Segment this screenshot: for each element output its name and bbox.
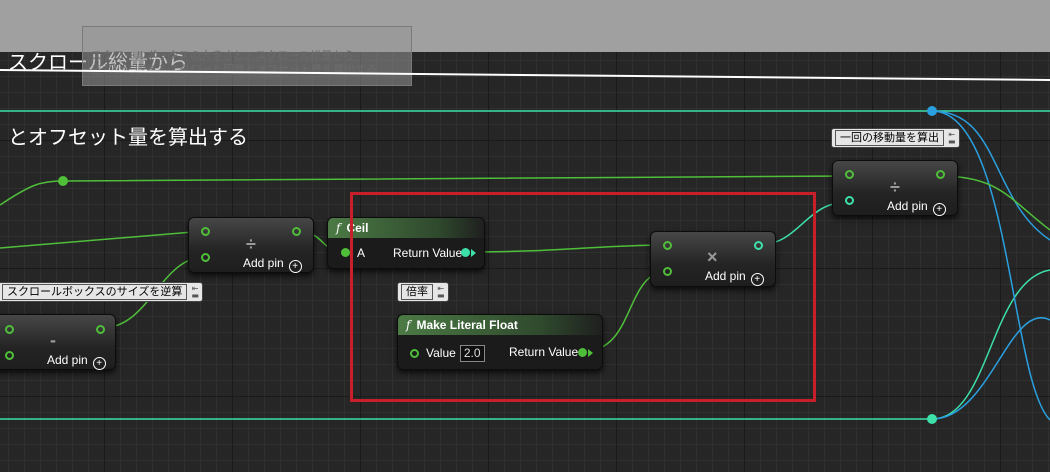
plus-circle-icon: + bbox=[932, 203, 946, 216]
output-pin[interactable] bbox=[936, 170, 945, 179]
plus-circle-icon: + bbox=[92, 357, 106, 370]
divide-node[interactable]: ÷ Add pin + bbox=[188, 217, 314, 273]
divide-operator: ÷ bbox=[246, 234, 256, 254]
input-pin[interactable] bbox=[845, 170, 854, 179]
add-pin-label: Add pin bbox=[887, 199, 928, 213]
pin-bubble-icon[interactable]: ⇤ ▬ bbox=[191, 285, 199, 300]
output-pin[interactable] bbox=[96, 325, 105, 334]
divide-operator: ÷ bbox=[890, 177, 900, 197]
pin-bubble-icon[interactable]: ⇤ ▬ bbox=[948, 131, 956, 146]
input-pin[interactable] bbox=[5, 325, 14, 334]
output-pin[interactable] bbox=[292, 227, 301, 236]
add-pin-button[interactable]: Add pin + bbox=[47, 353, 106, 370]
struct-wire bbox=[931, 317, 1050, 420]
float-wire bbox=[0, 230, 206, 249]
reroute-knot[interactable] bbox=[927, 414, 937, 424]
comment-bubble[interactable]: スクロールボックスのサイズを逆算 ⇤ ▬ bbox=[0, 282, 203, 302]
reroute-knot[interactable] bbox=[927, 106, 937, 116]
add-pin-label: Add pin bbox=[243, 256, 284, 270]
add-pin-button[interactable]: Add pin + bbox=[243, 256, 302, 273]
subtract-operator: - bbox=[50, 330, 56, 350]
reroute-knot[interactable] bbox=[58, 176, 68, 186]
input-pin-a[interactable] bbox=[341, 248, 350, 257]
bubble-text: スクロールボックスのサイズを逆算 bbox=[2, 284, 188, 300]
divide-node[interactable]: ÷ Add pin + bbox=[832, 160, 958, 216]
add-pin-button[interactable]: Add pin + bbox=[887, 199, 946, 216]
input-pin[interactable] bbox=[5, 351, 14, 360]
comment-border-line bbox=[0, 69, 1050, 81]
plus-circle-icon: + bbox=[288, 260, 302, 273]
input-pin[interactable] bbox=[845, 196, 854, 205]
add-pin-label: Add pin bbox=[47, 353, 88, 367]
comment-bubble[interactable]: 一回の移動量を算出 ⇤ ▬ bbox=[831, 128, 960, 148]
bubble-text: 一回の移動量を算出 bbox=[835, 130, 944, 146]
int-wire bbox=[931, 269, 1050, 420]
subtract-node[interactable]: - Add pin + bbox=[0, 314, 116, 370]
input-pin[interactable] bbox=[201, 253, 210, 262]
highlight-rectangle bbox=[350, 192, 816, 402]
input-pin[interactable] bbox=[201, 227, 210, 236]
function-icon: f bbox=[336, 221, 341, 235]
